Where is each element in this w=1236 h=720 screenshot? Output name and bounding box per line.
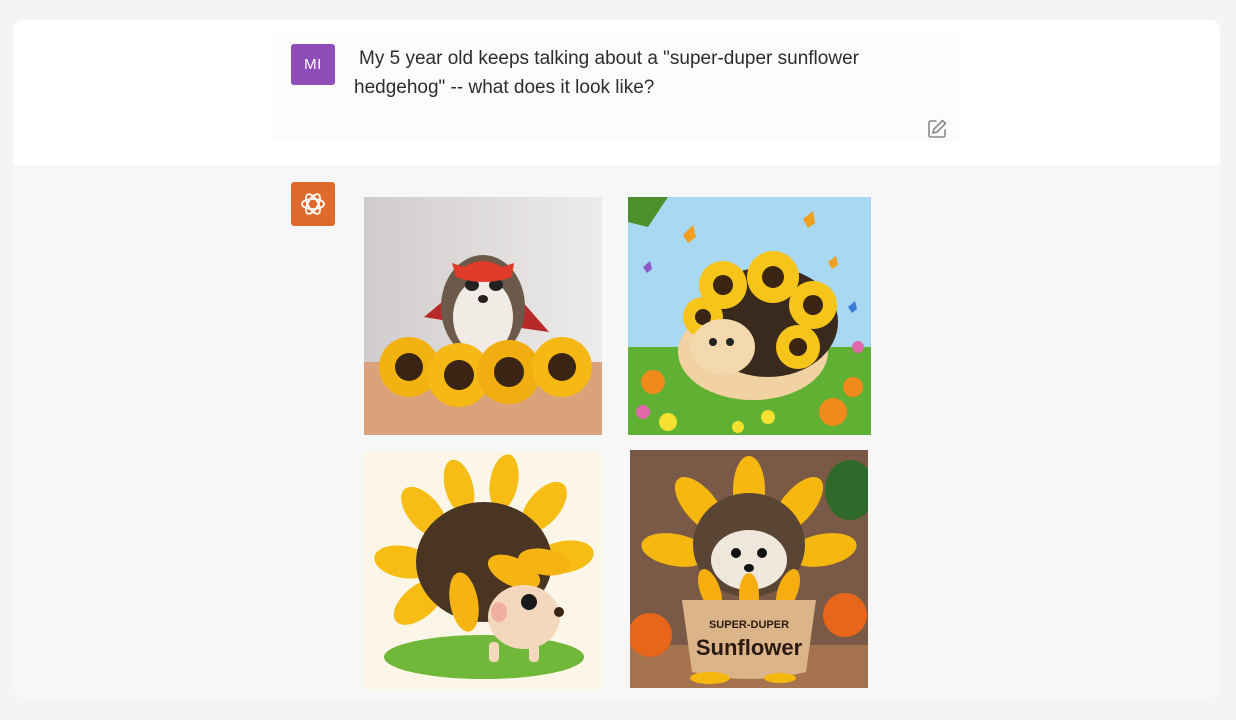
user-message-row: MI My 5 year old keeps talking about a "… — [13, 20, 1220, 165]
user-message-text: My 5 year old keeps talking about a "sup… — [354, 48, 859, 98]
generated-image-3[interactable] — [364, 452, 602, 690]
generated-image-4[interactable]: SUPER-DUPER Sunflower — [630, 450, 868, 688]
edit-icon[interactable] — [926, 118, 948, 140]
pot-text-line2: Sunflower — [696, 635, 803, 660]
generated-image-2[interactable] — [628, 197, 871, 435]
generated-image-1[interactable] — [364, 197, 602, 435]
pot-text-line1: SUPER-DUPER — [709, 619, 789, 631]
chat-frame: MI My 5 year old keeps talking about a "… — [13, 20, 1220, 698]
openai-logo-icon — [301, 193, 325, 215]
assistant-avatar — [291, 182, 335, 226]
user-avatar: MI — [291, 44, 335, 85]
